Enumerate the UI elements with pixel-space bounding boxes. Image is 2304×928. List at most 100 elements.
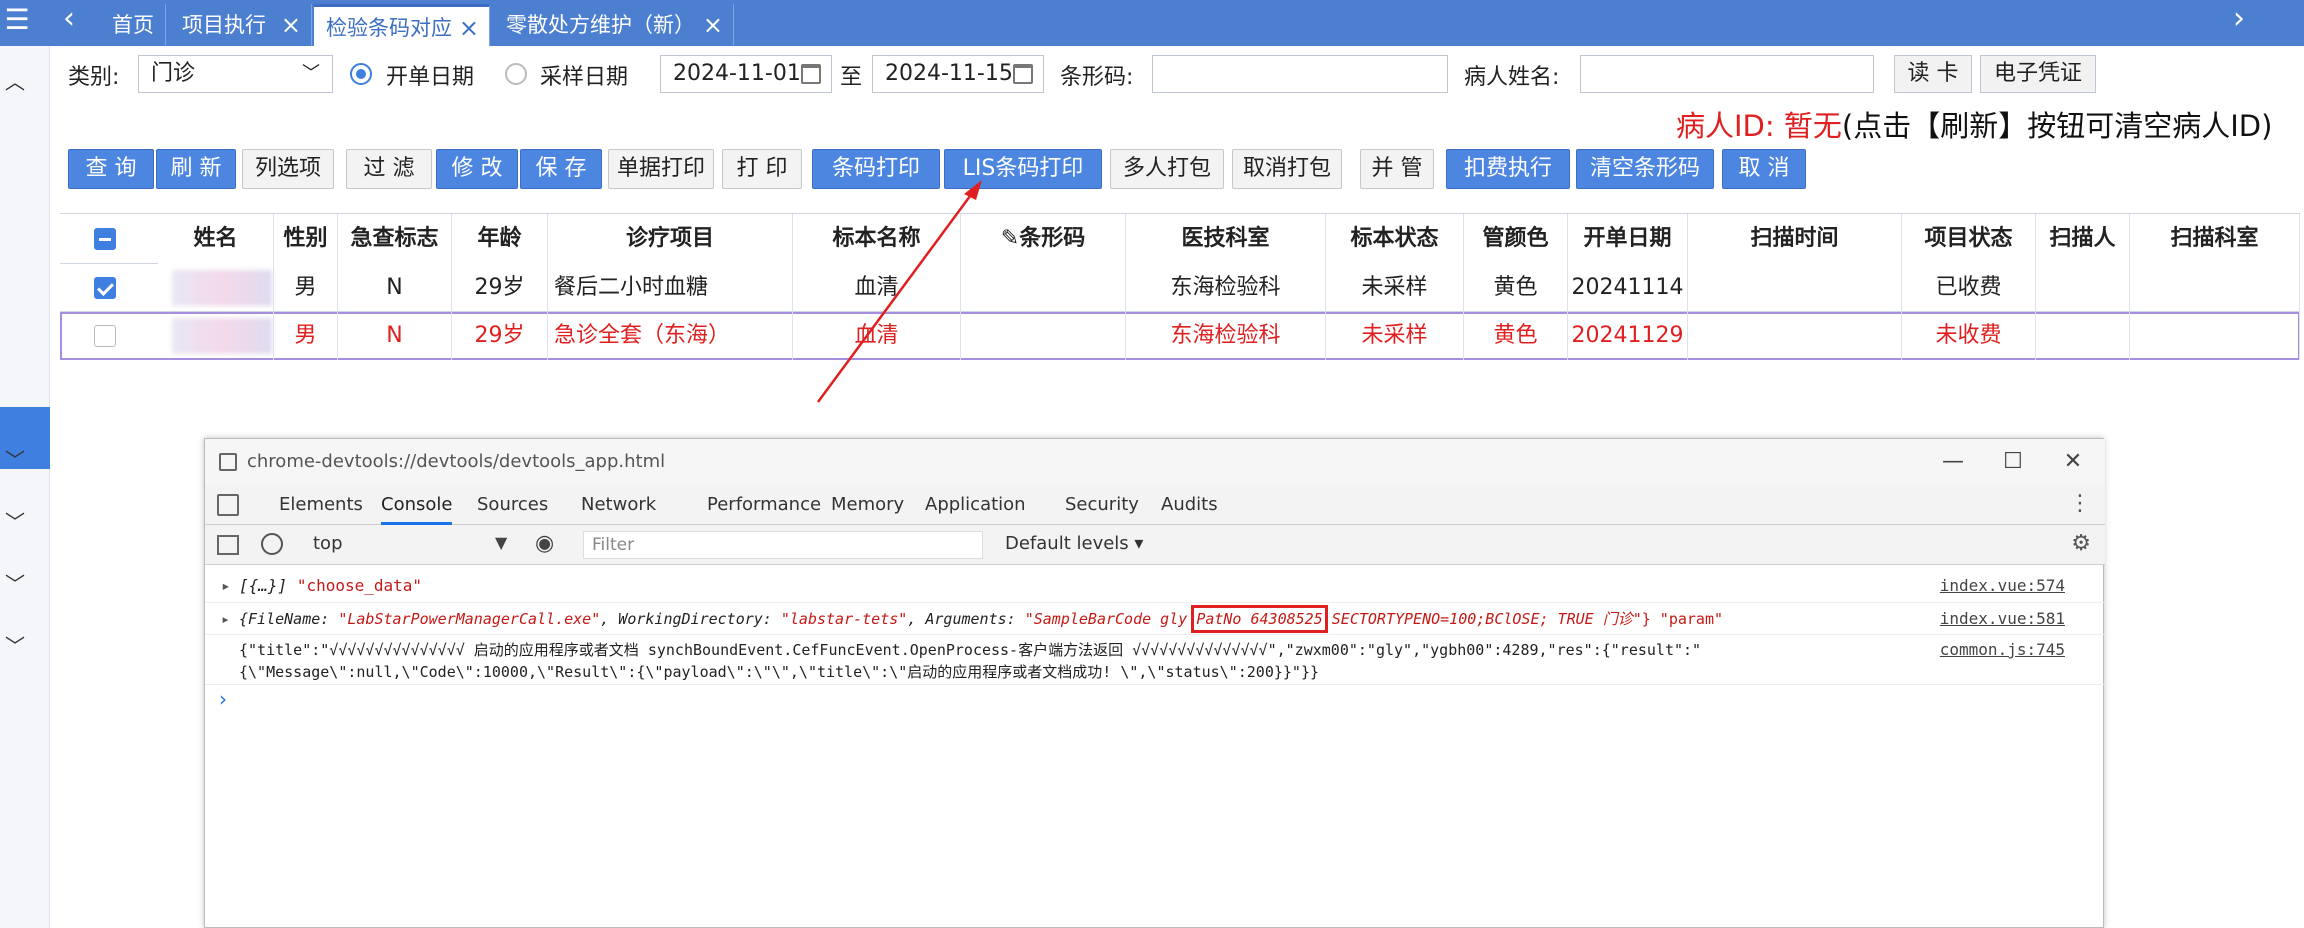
log-arguments: "SampleBarCode gly xyxy=(1024,610,1197,628)
expand-arrow-icon[interactable]: ▸ xyxy=(221,575,231,597)
log-source-link[interactable]: common.js:745 xyxy=(1940,639,2065,661)
calendar-icon[interactable] xyxy=(1013,64,1033,84)
tab-scroll-left-icon[interactable]: ‹ xyxy=(46,0,92,46)
table-cell: 男 xyxy=(274,312,338,360)
tab-project-exec[interactable]: 项目执行 × xyxy=(170,4,312,46)
tab-scroll-right-icon[interactable]: › xyxy=(2216,0,2262,46)
table-row[interactable]: 男 N 29岁 餐后二小时血糖 血清 东海检验科 未采样 黄色 20241114 已收费 xyxy=(60,264,2300,312)
sidebar-toggle-icon[interactable] xyxy=(217,535,239,555)
read-card-button[interactable]: 读 卡 xyxy=(1894,55,1972,93)
column-header[interactable]: 扫描时间 xyxy=(1688,214,1902,264)
toolbar-button[interactable]: 刷 新 xyxy=(156,149,236,189)
date-from-input[interactable]: 2024-11-01 xyxy=(660,55,832,93)
clear-console-icon[interactable] xyxy=(261,533,283,555)
toolbar-button[interactable]: 打 印 xyxy=(722,149,802,189)
column-header[interactable]: 医技科室 xyxy=(1126,214,1326,264)
column-header[interactable]: 年龄 xyxy=(452,214,548,264)
patient-name-input[interactable] xyxy=(1580,55,1874,93)
log-source-link[interactable]: index.vue:574 xyxy=(1940,575,2065,597)
toolbar-button[interactable]: 保 存 xyxy=(520,149,602,189)
devtools-tab[interactable]: Console xyxy=(381,485,453,525)
toolbar-button[interactable]: 取消打包 xyxy=(1232,149,1342,189)
log-source-link[interactable]: index.vue:581 xyxy=(1940,608,2065,630)
devtools-tab[interactable]: Network xyxy=(581,485,656,525)
toolbar-button[interactable]: 取 消 xyxy=(1722,149,1806,189)
barcode-label: 条形码: xyxy=(1060,65,1134,90)
close-icon[interactable]: × xyxy=(459,7,479,49)
tab-prescription[interactable]: 零散处方维护（新） × xyxy=(494,4,734,46)
devtools-tab[interactable]: Security xyxy=(1065,485,1139,525)
expand-arrow-icon[interactable]: ▸ xyxy=(221,608,230,630)
radio-sample-date[interactable] xyxy=(505,63,527,85)
row-checkbox[interactable] xyxy=(94,277,116,299)
toolbar-button[interactable]: 列选项 xyxy=(242,149,334,189)
inspect-element-icon[interactable] xyxy=(217,494,239,516)
column-header[interactable]: 性别 xyxy=(274,214,338,264)
toolbar-button[interactable]: 扣费执行 xyxy=(1446,149,1570,189)
chevron-down-icon[interactable]: ﹀ xyxy=(0,630,30,659)
column-header[interactable]: 扫描科室 xyxy=(2130,214,2300,264)
edit-icon: ✎ xyxy=(1000,226,1020,251)
menu-icon[interactable]: ☰ xyxy=(0,0,34,46)
chevron-down-icon[interactable]: ﹀ xyxy=(0,506,30,535)
chevron-down-icon[interactable]: ﹀ xyxy=(0,444,30,473)
context-select[interactable]: top xyxy=(313,533,343,554)
minimize-icon[interactable]: — xyxy=(1923,439,1983,485)
column-header[interactable]: 扫描人 xyxy=(2036,214,2130,264)
log-object[interactable]: [{…}] xyxy=(239,576,287,595)
eye-icon[interactable]: ◉ xyxy=(535,531,554,556)
maximize-icon[interactable]: ☐ xyxy=(1983,439,2043,485)
column-header[interactable]: 开单日期 xyxy=(1568,214,1688,264)
tab-home[interactable]: 首页 xyxy=(100,4,166,46)
devtools-tab[interactable]: Performance xyxy=(707,485,821,525)
column-header[interactable]: 诊疗项目 xyxy=(548,214,793,264)
more-options-icon[interactable]: ⋮ xyxy=(2069,491,2091,516)
toolbar-button[interactable]: 清空条形码 xyxy=(1576,149,1714,189)
category-select[interactable]: 门诊 ﹀ xyxy=(138,55,333,93)
close-icon[interactable]: × xyxy=(281,4,301,46)
console-filter-input[interactable]: Filter xyxy=(583,531,983,559)
select-all-checkbox[interactable] xyxy=(94,228,116,250)
column-header[interactable]: 姓名 xyxy=(158,214,274,264)
devtools-tab[interactable]: Application xyxy=(925,485,1026,525)
date-to-input[interactable]: 2024-11-15 xyxy=(872,55,1044,93)
column-header[interactable]: 项目状态 xyxy=(1902,214,2036,264)
column-header[interactable]: 标本状态 xyxy=(1326,214,1464,264)
chevron-down-icon[interactable]: ﹀ xyxy=(0,568,30,597)
toolbar-button[interactable]: 并 管 xyxy=(1360,149,1434,189)
devtools-tab[interactable]: Memory xyxy=(831,485,904,525)
table-cell: 未采样 xyxy=(1326,312,1464,360)
close-icon[interactable]: × xyxy=(703,4,723,46)
chevron-up-icon[interactable]: ︿ xyxy=(0,66,30,95)
tab-lab-barcode[interactable]: 检验条码对应 × xyxy=(314,4,490,46)
calendar-icon[interactable] xyxy=(801,64,821,84)
toolbar-button[interactable]: 过 滤 xyxy=(346,149,432,189)
column-header[interactable]: 管颜色 xyxy=(1464,214,1568,264)
column-header[interactable]: 急查标志 xyxy=(338,214,452,264)
close-window-icon[interactable]: ✕ xyxy=(2043,439,2103,485)
table-cell: 20241114 xyxy=(1568,264,1688,312)
devtools-app-icon xyxy=(219,453,237,471)
radio-order-date[interactable] xyxy=(350,63,372,85)
patient-id-value: 病人ID: 暂无 xyxy=(1676,109,1842,143)
table-row[interactable]: 男 N 29岁 急诊全套（东海） 血清 东海检验科 未采样 黄色 20241129 未收费 xyxy=(60,312,2300,360)
barcode-input[interactable] xyxy=(1152,55,1448,93)
toolbar-button[interactable]: 多人打包 xyxy=(1110,149,1224,189)
settings-gear-icon[interactable]: ⚙ xyxy=(2071,531,2091,556)
header-label: 项目状态 xyxy=(1924,226,2013,251)
console-prompt-icon[interactable]: › xyxy=(219,687,227,711)
row-checkbox[interactable] xyxy=(94,325,116,347)
radio-sample-date-label: 采样日期 xyxy=(540,65,629,90)
toolbar-button[interactable]: 单据打印 xyxy=(608,149,714,189)
log-levels-select[interactable]: Default levels ▾ xyxy=(1005,533,1143,554)
devtools-tab[interactable]: Audits xyxy=(1161,485,1218,525)
e-voucher-button[interactable]: 电子凭证 xyxy=(1980,55,2096,93)
toolbar-button[interactable]: 查 询 xyxy=(68,149,154,189)
header-label: 急查标志 xyxy=(350,226,439,251)
table-cell: 急诊全套（东海） xyxy=(548,312,793,360)
table-header-row: 姓名 性别 急查标志 年龄 诊疗项目 标本名称 ✎条形码 医技科室 标本状态 管颜色 开单日期 扫描时… xyxy=(60,214,2300,264)
toolbar-button[interactable]: 修 改 xyxy=(436,149,518,189)
devtools-tab[interactable]: Elements xyxy=(279,485,363,525)
log-text: , WorkingDirectory: xyxy=(600,610,781,628)
devtools-tab[interactable]: Sources xyxy=(477,485,548,525)
